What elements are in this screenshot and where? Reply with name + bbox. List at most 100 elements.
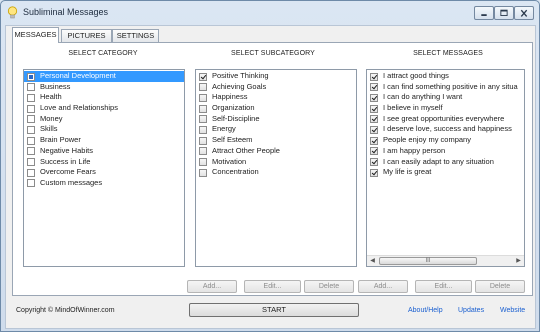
category-item[interactable]: Negative Habits	[24, 146, 184, 157]
checkbox[interactable]	[27, 115, 35, 124]
checkbox[interactable]	[199, 125, 207, 134]
message-item[interactable]: I am happy person	[367, 146, 524, 157]
checkbox[interactable]	[199, 168, 207, 177]
category-item[interactable]: Money	[24, 114, 184, 125]
updates-link[interactable]: Updates	[458, 307, 484, 314]
message-item[interactable]: I see great opportunities everywhere	[367, 114, 524, 125]
subcategory-item[interactable]: Self-Discipline	[196, 114, 356, 125]
checkbox[interactable]	[199, 104, 207, 113]
arrow-right-icon[interactable]: ▶	[513, 256, 524, 266]
checkbox[interactable]	[27, 179, 35, 188]
message-item[interactable]: I can find something positive in any sit…	[367, 82, 524, 93]
subcategory-item[interactable]: Positive Thinking	[196, 71, 356, 82]
subcategory-item[interactable]: Energy	[196, 124, 356, 135]
delete-subcategory-button[interactable]: Delete	[304, 280, 354, 293]
subcategory-item[interactable]: Self Esteem	[196, 135, 356, 146]
client-area: MESSAGES PICTURES SETTINGS SELECT CATEGO…	[5, 25, 536, 329]
edit-message-button[interactable]: Edit...	[415, 280, 472, 293]
edit-subcategory-button[interactable]: Edit...	[244, 280, 301, 293]
checkbox[interactable]	[27, 72, 35, 81]
checkbox[interactable]	[199, 72, 207, 81]
checkbox[interactable]	[370, 158, 378, 166]
checkbox[interactable]	[370, 93, 378, 102]
add-message-button[interactable]: Add...	[358, 280, 408, 293]
category-item-label: Success in Life	[40, 156, 91, 166]
subcategory-item-label: Positive Thinking	[212, 71, 269, 80]
category-item[interactable]: Brain Power	[24, 135, 184, 146]
maximize-button[interactable]	[494, 6, 514, 20]
subcategory-item-label: Self Esteem	[212, 135, 253, 145]
add-subcategory-button[interactable]: Add...	[187, 280, 237, 293]
subcategory-item[interactable]: Attract Other People	[196, 146, 356, 157]
checkbox[interactable]	[27, 104, 35, 113]
message-item[interactable]: I can easily adapt to any situation	[367, 157, 524, 168]
category-list[interactable]: Personal Development Business Health Love a…	[23, 69, 185, 267]
message-item[interactable]: I can do anything I want	[367, 92, 524, 103]
subcategory-item[interactable]: Happiness	[196, 92, 356, 103]
tab-settings[interactable]: SETTINGS	[112, 29, 159, 42]
title-bar[interactable]: Subliminal Messages	[1, 1, 539, 25]
delete-message-button[interactable]: Delete	[475, 280, 525, 293]
message-item[interactable]: People enjoy my company	[367, 135, 524, 146]
message-item[interactable]: I believe in myself	[367, 103, 524, 114]
category-item[interactable]: Business	[24, 82, 184, 93]
checkbox[interactable]	[27, 93, 35, 102]
checkbox[interactable]	[370, 104, 378, 113]
checkbox[interactable]	[199, 115, 207, 124]
messages-list[interactable]: I attract good things I can find somethin…	[366, 69, 525, 267]
checkbox[interactable]	[370, 115, 378, 124]
checkbox[interactable]	[27, 83, 35, 92]
checkbox[interactable]	[370, 136, 378, 145]
checkbox[interactable]	[27, 136, 35, 145]
checkbox[interactable]	[199, 158, 207, 166]
minimize-button[interactable]	[474, 6, 494, 20]
checkbox[interactable]	[199, 93, 207, 102]
subcategory-item[interactable]: Motivation	[196, 157, 356, 168]
arrow-left-icon[interactable]: ◀	[367, 256, 378, 266]
horizontal-scrollbar[interactable]: ◀ III ▶	[367, 255, 524, 266]
about-help-link[interactable]: About/Help	[408, 307, 443, 314]
category-item[interactable]: Overcome Fears	[24, 167, 184, 178]
subcategory-item-label: Concentration	[212, 167, 259, 177]
message-item[interactable]: My life is great	[367, 167, 524, 178]
message-item[interactable]: I deserve love, success and happiness	[367, 124, 524, 135]
checkbox[interactable]	[199, 147, 207, 156]
message-item-label: I see great opportunities everywhere	[383, 113, 505, 123]
category-item[interactable]: Custom messages	[24, 178, 184, 189]
category-item[interactable]: Personal Development	[24, 71, 184, 82]
message-item[interactable]: I attract good things	[367, 71, 524, 82]
tab-messages[interactable]: MESSAGES	[12, 27, 59, 43]
checkbox[interactable]	[370, 83, 378, 92]
category-item[interactable]: Health	[24, 92, 184, 103]
copyright-text: Copyright © MindOfWinner.com	[16, 307, 115, 314]
category-item[interactable]: Skills	[24, 124, 184, 135]
subcategory-item[interactable]: Organization	[196, 103, 356, 114]
tab-pictures[interactable]: PICTURES	[61, 29, 112, 42]
checkbox[interactable]	[370, 72, 378, 81]
subcategory-item-label: Energy	[212, 124, 236, 134]
checkbox[interactable]	[27, 158, 35, 166]
close-icon	[520, 9, 528, 17]
checkbox[interactable]	[370, 125, 378, 134]
subcategory-item-label: Achieving Goals	[212, 81, 267, 91]
category-item-label: Love and Relationships	[40, 103, 118, 113]
subcategory-item[interactable]: Concentration	[196, 167, 356, 178]
checkbox[interactable]	[370, 147, 378, 156]
category-item[interactable]: Success in Life	[24, 157, 184, 168]
checkbox[interactable]	[27, 147, 35, 156]
start-button[interactable]: START	[189, 303, 359, 317]
website-link[interactable]: Website	[500, 307, 525, 314]
category-item[interactable]: Love and Relationships	[24, 103, 184, 114]
checkbox[interactable]	[370, 168, 378, 177]
message-item-label: I deserve love, success and happiness	[383, 124, 512, 134]
close-button[interactable]	[514, 6, 534, 20]
checkbox[interactable]	[199, 136, 207, 145]
checkbox[interactable]	[27, 168, 35, 177]
scrollbar-thumb[interactable]: III	[379, 257, 477, 265]
checkbox[interactable]	[27, 125, 35, 134]
subcategory-item[interactable]: Achieving Goals	[196, 82, 356, 93]
subcategory-list[interactable]: Positive Thinking Achieving Goals Happines…	[195, 69, 357, 267]
category-item-label: Health	[40, 92, 62, 102]
subcategory-item-label: Organization	[212, 103, 255, 113]
checkbox[interactable]	[199, 83, 207, 92]
